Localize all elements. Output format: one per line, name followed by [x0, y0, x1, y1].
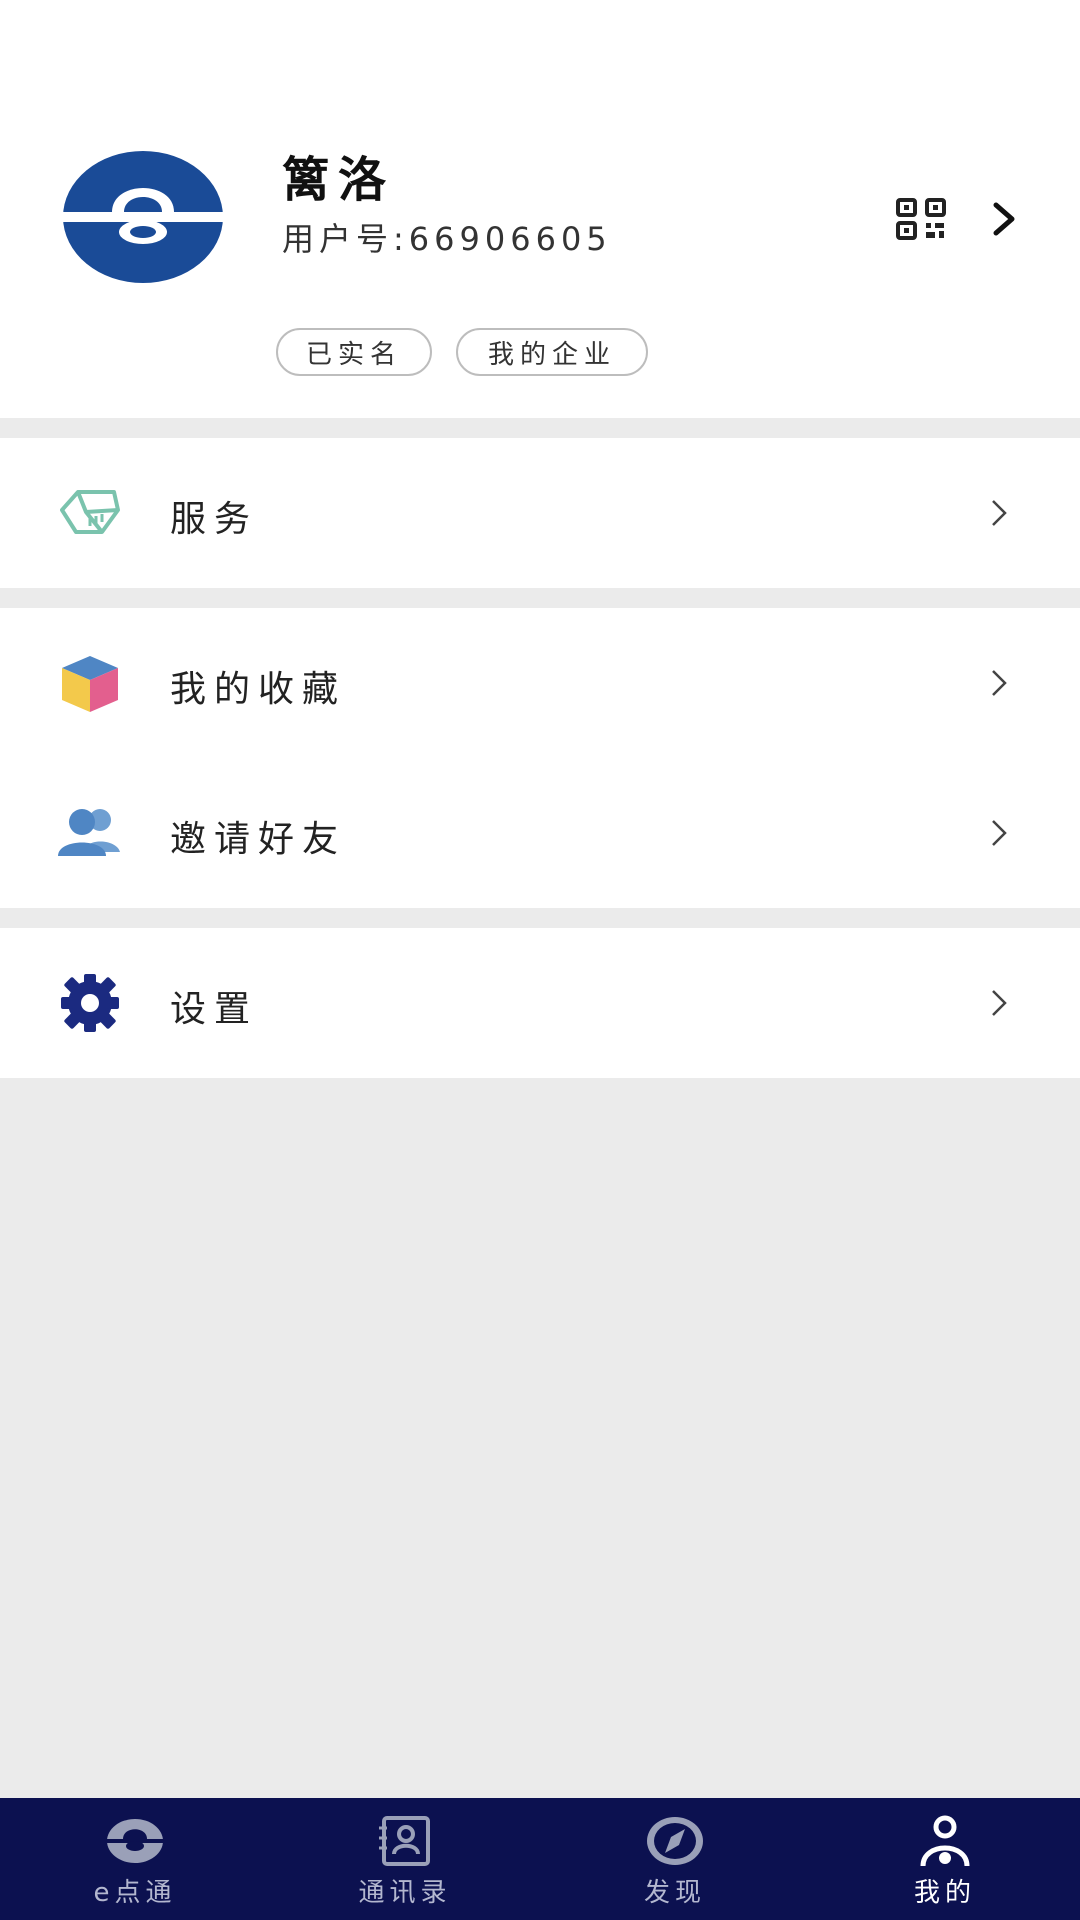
tab-label-home: e点通 [93, 1878, 177, 1908]
user-name: 篱洛 [282, 152, 395, 208]
qr-code-icon[interactable] [896, 198, 946, 240]
user-id: 用户号:66906605 [282, 220, 612, 258]
tab-contacts[interactable]: 通讯录 [270, 1798, 540, 1920]
chevron-right-icon [992, 820, 1007, 846]
tab-home[interactable]: e点通 [0, 1798, 270, 1920]
menu-item-settings[interactable]: 设置 [0, 928, 1080, 1078]
menu-item-favorites[interactable]: 我的收藏 [0, 608, 1080, 758]
person-icon [920, 1815, 970, 1867]
invite-friends-icon [58, 809, 120, 856]
chevron-right-icon [992, 990, 1007, 1016]
tab-label-contacts: 通讯录 [358, 1878, 452, 1908]
logo-icon [107, 1819, 163, 1863]
menu-label-service: 服务 [170, 499, 259, 540]
menu-section-social: 我的收藏 邀请好友 [0, 608, 1080, 908]
avatar[interactable] [62, 150, 224, 284]
tab-mine[interactable]: 我的 [810, 1798, 1080, 1920]
tab-label-discover: 发现 [643, 1878, 706, 1908]
menu-label-invite-friends: 邀请好友 [170, 819, 347, 860]
settings-gear-icon [61, 974, 119, 1032]
profile-header[interactable]: 篱洛 用户号:66906605 已实名 我的企业 [0, 0, 1080, 418]
bottom-tab-bar: e点通 通讯录 发现 我的 [0, 1798, 1080, 1920]
menu-section-settings: 设置 [0, 928, 1080, 1078]
menu-section-service: 服务 [0, 438, 1080, 588]
tab-discover[interactable]: 发现 [540, 1798, 810, 1920]
contacts-icon [379, 1816, 430, 1866]
menu-label-favorites: 我的收藏 [170, 669, 347, 710]
tab-label-mine: 我的 [913, 1878, 976, 1908]
chevron-right-icon[interactable] [992, 202, 1016, 236]
chevron-right-icon [992, 670, 1007, 696]
my-company-tag[interactable]: 我的企业 [456, 328, 648, 376]
favorites-cube-icon [62, 656, 118, 712]
compass-icon [647, 1817, 703, 1865]
menu-label-settings: 设置 [170, 989, 259, 1030]
service-icon [60, 490, 120, 534]
chevron-right-icon [992, 500, 1007, 526]
verified-tag[interactable]: 已实名 [276, 328, 432, 376]
menu-item-service[interactable]: 服务 [0, 438, 1080, 588]
menu-item-invite-friends[interactable]: 邀请好友 [0, 758, 1080, 908]
